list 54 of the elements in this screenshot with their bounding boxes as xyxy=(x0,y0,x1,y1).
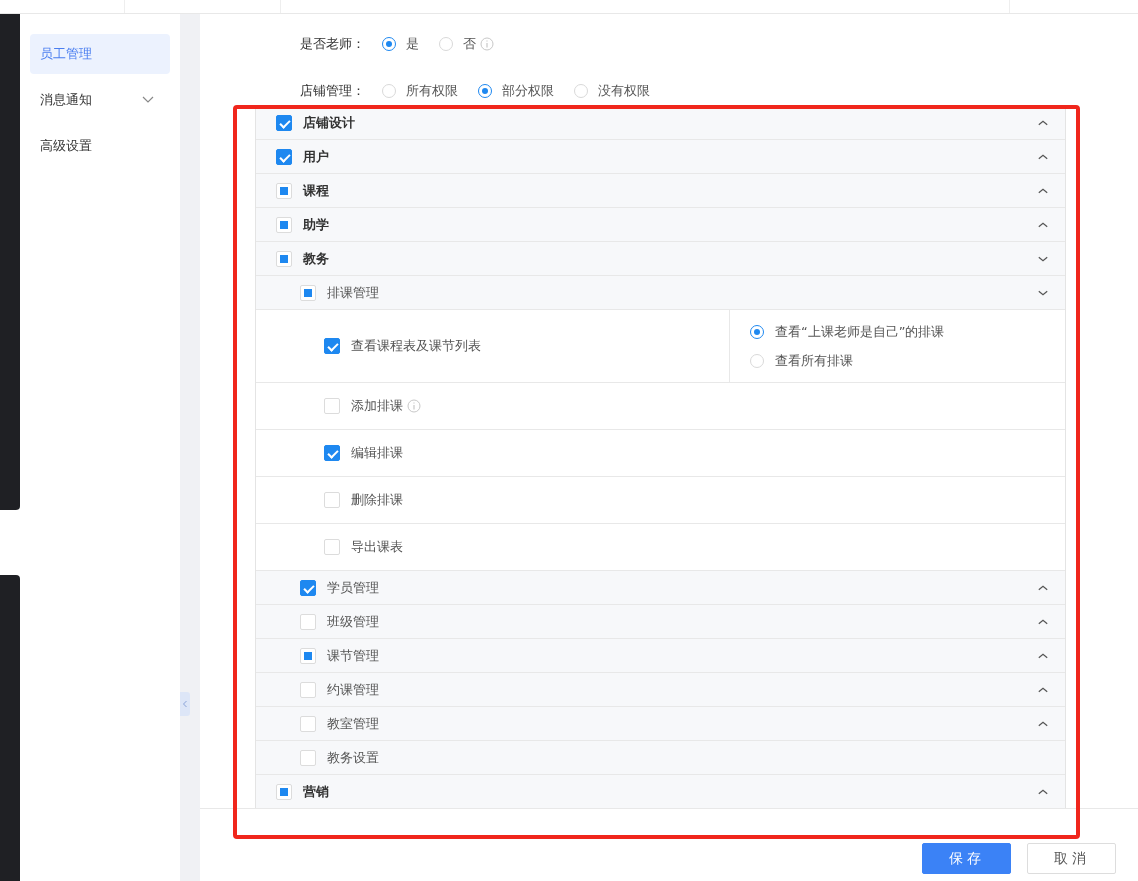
sidebar-item[interactable]: 员工管理 xyxy=(30,34,170,74)
permission-label: 编辑排课 xyxy=(351,444,403,462)
radio-label: 部分权限 xyxy=(502,82,554,100)
permission-label: 学员管理 xyxy=(327,578,380,597)
radio-label: 是 xyxy=(406,35,419,53)
permission-label: 用户 xyxy=(303,147,330,166)
checkbox[interactable] xyxy=(300,579,316,596)
permission-label: 删除排课 xyxy=(351,491,403,509)
permission-label: 教室管理 xyxy=(327,714,380,733)
chevron-up-icon[interactable] xyxy=(1037,719,1049,728)
chevron-up-icon[interactable] xyxy=(1037,118,1049,127)
chevron-up-icon[interactable] xyxy=(1037,583,1049,592)
chevron-up-icon[interactable] xyxy=(1037,186,1049,195)
field-label: 是否老师： xyxy=(300,35,366,53)
radio-label: 否 xyxy=(463,35,476,53)
permission-label: 导出课表 xyxy=(351,538,403,556)
sidebar-item[interactable]: 消息通知 xyxy=(30,80,170,120)
action-button[interactable]: 保存 xyxy=(922,843,1011,874)
radio-label: 查看“上课老师是自己”的排课 xyxy=(775,322,945,341)
radio-button[interactable] xyxy=(478,84,492,98)
checkbox[interactable] xyxy=(324,445,340,461)
checkbox[interactable] xyxy=(276,114,292,131)
radio-label: 查看所有排课 xyxy=(775,351,853,370)
radio-button[interactable] xyxy=(750,324,764,339)
permission-label: 课节管理 xyxy=(327,646,380,665)
checkbox[interactable] xyxy=(276,148,292,165)
permission-label: 添加排课 xyxy=(351,397,403,415)
checkbox[interactable] xyxy=(324,338,340,354)
chevron-up-icon[interactable] xyxy=(1037,220,1049,229)
action-button[interactable]: 取消 xyxy=(1027,843,1116,874)
chevron-down-icon[interactable] xyxy=(1037,254,1049,263)
chevron-up-icon[interactable] xyxy=(1037,152,1049,161)
chevron-down-icon xyxy=(142,96,154,104)
chevron-up-icon[interactable] xyxy=(1037,617,1049,626)
chevron-up-icon[interactable] xyxy=(1037,685,1049,694)
collapse-handle[interactable] xyxy=(180,692,190,716)
permission-label: 营销 xyxy=(303,782,330,801)
permission-label: 课程 xyxy=(303,181,330,200)
permission-label: 教务设置 xyxy=(327,748,380,767)
radio-label: 所有权限 xyxy=(406,82,458,100)
permission-label: 班级管理 xyxy=(327,612,380,631)
radio-label: 没有权限 xyxy=(598,82,650,100)
permission-label: 查看课程表及课节列表 xyxy=(351,337,481,355)
chevron-up-icon[interactable] xyxy=(1037,651,1049,660)
sidebar-item[interactable]: 高级设置 xyxy=(30,126,170,166)
chevron-up-icon[interactable] xyxy=(1037,787,1049,796)
field-label: 店铺管理： xyxy=(300,82,366,100)
permission-label: 店铺设计 xyxy=(303,113,356,132)
permission-label: 助学 xyxy=(303,215,330,234)
permission-label: 约课管理 xyxy=(327,680,380,699)
chevron-down-icon[interactable] xyxy=(1037,288,1049,297)
permission-label: 排课管理 xyxy=(327,283,380,302)
permission-label: 教务 xyxy=(303,249,330,268)
radio-button[interactable] xyxy=(382,37,396,51)
